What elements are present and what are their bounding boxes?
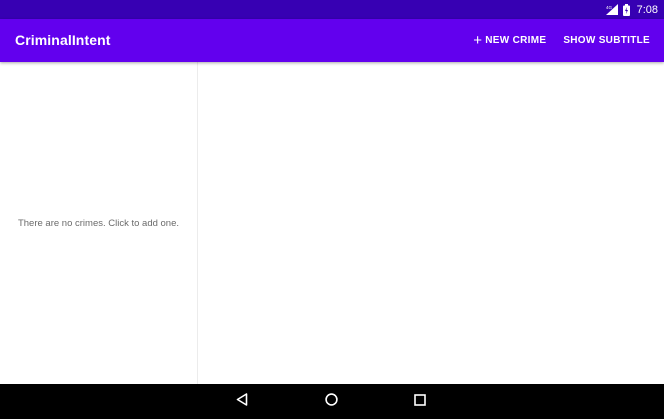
screen: 4G 7:08 CriminalIntent + NEW CRIME SHOW … bbox=[0, 0, 664, 419]
navigation-bar bbox=[0, 384, 664, 419]
app-title: CriminalIntent bbox=[15, 32, 111, 48]
home-button[interactable] bbox=[311, 384, 351, 419]
back-button[interactable] bbox=[222, 384, 262, 419]
plus-icon: + bbox=[473, 31, 483, 49]
status-icons: 4G 7:08 bbox=[605, 0, 658, 19]
status-bar: 4G 7:08 bbox=[0, 0, 664, 19]
network-type-label: 4G bbox=[606, 5, 613, 10]
new-crime-button[interactable]: + NEW CRIME bbox=[473, 31, 547, 49]
recents-button[interactable] bbox=[400, 384, 440, 419]
home-circle-icon bbox=[324, 392, 338, 411]
show-subtitle-button[interactable]: SHOW SUBTITLE bbox=[563, 35, 650, 46]
back-triangle-icon bbox=[236, 392, 248, 411]
empty-list-message[interactable]: There are no crimes. Click to add one. bbox=[0, 218, 197, 229]
crime-list-pane: There are no crimes. Click to add one. bbox=[0, 62, 198, 384]
status-time: 7:08 bbox=[636, 3, 658, 16]
show-subtitle-label: SHOW SUBTITLE bbox=[563, 35, 650, 46]
new-crime-label: NEW CRIME bbox=[485, 35, 547, 46]
main-content: There are no crimes. Click to add one. bbox=[0, 62, 664, 384]
recents-square-icon bbox=[414, 393, 426, 411]
app-bar: CriminalIntent + NEW CRIME SHOW SUBTITLE bbox=[0, 19, 664, 62]
app-bar-actions: + NEW CRIME SHOW SUBTITLE bbox=[473, 19, 650, 62]
crime-detail-pane bbox=[198, 62, 664, 384]
battery-icon bbox=[622, 3, 630, 16]
signal-icon: 4G bbox=[605, 4, 618, 15]
